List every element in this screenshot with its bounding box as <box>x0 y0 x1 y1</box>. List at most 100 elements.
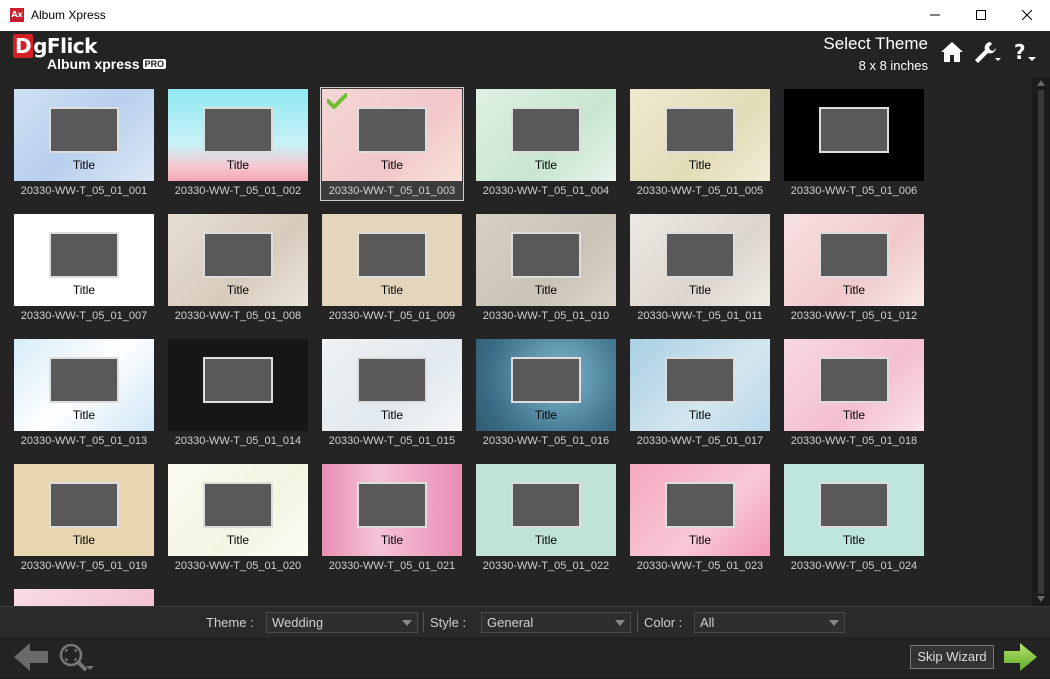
tile-title: Title <box>380 283 404 297</box>
product-label: Album xpress <box>47 56 140 72</box>
tile-title: Title <box>688 283 712 297</box>
theme-tile[interactable]: Title <box>168 214 308 306</box>
tile-name: 20330-WW-T_05_01_023 <box>636 560 764 572</box>
theme-tile[interactable]: Title <box>168 89 308 181</box>
back-arrow-icon <box>14 643 48 671</box>
bottom-bar <box>0 637 1050 677</box>
divider <box>637 612 638 632</box>
photo-placeholder <box>203 232 273 278</box>
photo-placeholder <box>49 482 119 528</box>
product-name: Album xpress PRO <box>47 56 167 72</box>
zoom-button[interactable] <box>58 642 96 679</box>
help-button[interactable]: ? <box>1014 40 1040 69</box>
tile-name: 20330-WW-T_05_01_003 <box>328 185 456 197</box>
theme-tile[interactable]: Title <box>630 339 770 431</box>
tile-name: 20330-WW-T_05_01_024 <box>790 560 918 572</box>
tile-title: Title <box>534 408 558 422</box>
style-dropdown[interactable]: General <box>481 612 631 633</box>
color-dropdown-value: All <box>700 615 715 630</box>
tile-title: Title <box>842 408 866 422</box>
theme-gallery: Title 20330-WW-T_05_01_001 Title 20330-WW-T… <box>0 77 1032 606</box>
tile-title: Title <box>688 533 712 547</box>
gallery-scrollbar[interactable] <box>1032 77 1050 606</box>
tile-name: 20330-WW-T_05_01_007 <box>20 310 148 322</box>
back-button[interactable] <box>14 643 50 676</box>
theme-tile[interactable] <box>168 339 308 431</box>
photo-placeholder <box>49 357 119 403</box>
theme-tile[interactable]: Title <box>630 214 770 306</box>
color-filter-label: Color : <box>644 615 683 630</box>
photo-placeholder <box>819 232 889 278</box>
photo-placeholder <box>357 232 427 278</box>
theme-tile[interactable]: Title <box>14 464 154 556</box>
theme-tile[interactable]: Title <box>476 89 616 181</box>
tile-title: Title <box>380 158 404 172</box>
window-titlebar: Ax Album Xpress <box>0 0 1050 31</box>
tile-title: Title <box>72 533 96 547</box>
photo-placeholder <box>203 482 273 528</box>
maximize-button[interactable] <box>958 0 1004 31</box>
chevron-down-icon <box>829 620 839 626</box>
theme-tile[interactable]: Title <box>476 214 616 306</box>
theme-tile[interactable]: Title <box>14 339 154 431</box>
theme-tile[interactable]: Title <box>630 89 770 181</box>
theme-tile[interactable]: Title <box>322 339 462 431</box>
photo-placeholder <box>511 107 581 153</box>
tile-title: Title <box>72 408 96 422</box>
tile-name: 20330-WW-T_05_01_018 <box>790 435 918 447</box>
pro-badge: PRO <box>142 59 167 69</box>
tile-name: 20330-WW-T_05_01_011 <box>637 310 763 322</box>
tile-title: Title <box>72 158 96 172</box>
theme-tile[interactable] <box>784 89 924 181</box>
selected-check-icon <box>327 93 347 109</box>
tile-title: Title <box>534 283 558 297</box>
tile-name: 20330-WW-T_05_01_001 <box>20 185 148 197</box>
tile-name: 20330-WW-T_05_01_006 <box>790 185 918 197</box>
tile-name: 20330-WW-T_05_01_013 <box>20 435 148 447</box>
tile-name: 20330-WW-T_05_01_008 <box>174 310 302 322</box>
theme-tile-partial[interactable] <box>14 589 154 606</box>
style-dropdown-value: General <box>487 615 534 630</box>
theme-tile[interactable]: Title <box>784 464 924 556</box>
chevron-down-icon <box>615 620 625 626</box>
theme-tile[interactable]: Title <box>784 339 924 431</box>
theme-tile[interactable]: Title <box>476 339 616 431</box>
theme-dropdown[interactable]: Wedding <box>266 612 418 633</box>
maximize-icon <box>976 10 986 20</box>
theme-tile[interactable]: Title <box>168 464 308 556</box>
logo-d: D <box>13 34 34 58</box>
scrollbar-thumb[interactable] <box>1038 90 1044 594</box>
settings-button[interactable] <box>973 40 1001 69</box>
minimize-button[interactable] <box>912 0 958 31</box>
photo-placeholder <box>511 482 581 528</box>
tile-title: Title <box>226 533 250 547</box>
tile-title: Title <box>380 408 404 422</box>
close-button[interactable] <box>1004 0 1050 31</box>
photo-placeholder <box>665 107 735 153</box>
photo-placeholder <box>203 357 273 403</box>
tile-title: Title <box>688 408 712 422</box>
theme-tile[interactable]: Title <box>784 214 924 306</box>
theme-tile[interactable]: Title <box>630 464 770 556</box>
wrench-icon <box>975 42 1001 63</box>
home-button[interactable] <box>940 40 964 69</box>
skip-wizard-button[interactable]: Skip Wizard <box>910 645 994 669</box>
photo-placeholder <box>665 357 735 403</box>
theme-tile[interactable]: Title <box>322 464 462 556</box>
color-dropdown[interactable]: All <box>694 612 845 633</box>
photo-placeholder <box>819 107 889 153</box>
album-size: 8 x 8 inches <box>858 58 928 73</box>
tile-name: 20330-WW-T_05_01_019 <box>20 560 148 572</box>
next-button[interactable] <box>1002 642 1038 677</box>
photo-placeholder <box>357 357 427 403</box>
divider <box>423 612 424 632</box>
tile-name: 20330-WW-T_05_01_004 <box>482 185 610 197</box>
theme-tile[interactable]: Title <box>14 89 154 181</box>
photo-placeholder <box>819 357 889 403</box>
tile-name: 20330-WW-T_05_01_020 <box>174 560 302 572</box>
tile-name: 20330-WW-T_05_01_009 <box>328 310 456 322</box>
theme-tile[interactable]: Title <box>322 214 462 306</box>
chevron-down-icon <box>402 620 412 626</box>
theme-tile[interactable]: Title <box>476 464 616 556</box>
theme-tile[interactable]: Title <box>14 214 154 306</box>
